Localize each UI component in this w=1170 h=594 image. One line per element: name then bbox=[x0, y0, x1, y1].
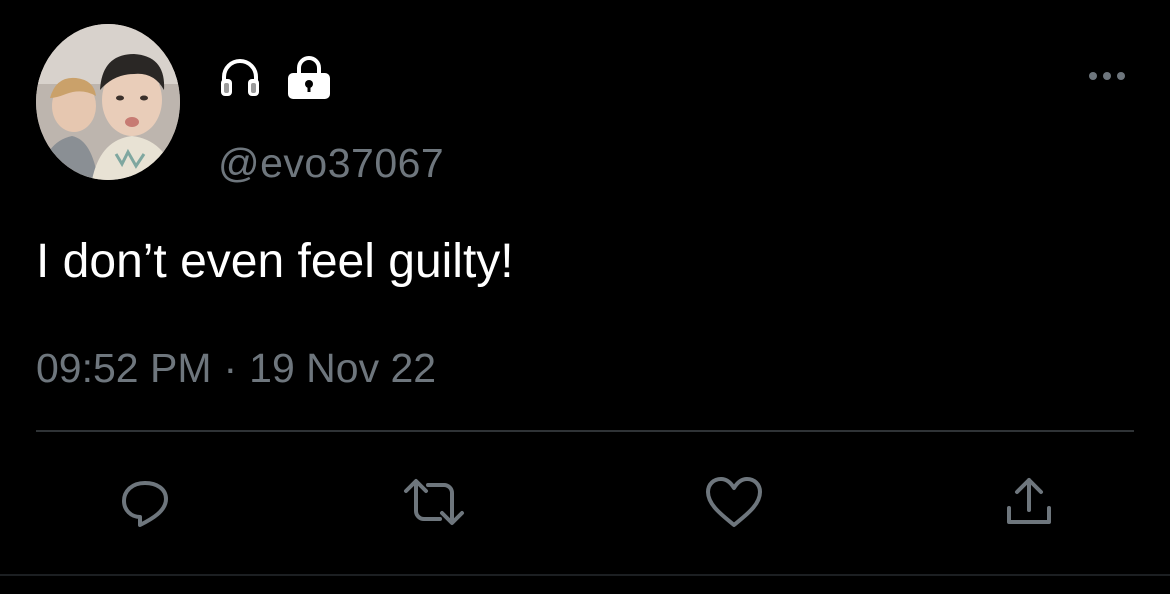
bottom-divider bbox=[0, 574, 1170, 576]
reply-icon bbox=[122, 481, 168, 527]
lock-icon bbox=[286, 54, 332, 100]
display-name[interactable] bbox=[218, 52, 332, 102]
user-handle[interactable]: @evo37067 bbox=[218, 140, 444, 186]
retweet-icon bbox=[404, 479, 464, 525]
tweet: @evo37067 I don’t even feel guilty! 09:5… bbox=[0, 0, 1170, 594]
like-icon bbox=[706, 477, 762, 527]
share-button[interactable] bbox=[997, 470, 1061, 534]
more-options-icon[interactable] bbox=[1087, 64, 1127, 88]
share-icon bbox=[1007, 478, 1051, 524]
like-button[interactable] bbox=[702, 470, 766, 534]
tweet-timestamp[interactable]: 09:52 PM · 19 Nov 22 bbox=[36, 344, 436, 392]
headphones-icon bbox=[218, 55, 262, 99]
meta-separator: · bbox=[223, 345, 238, 391]
avatar-photo bbox=[36, 24, 180, 180]
avatar[interactable] bbox=[36, 24, 180, 180]
tweet-time: 09:52 PM bbox=[36, 345, 212, 391]
tweet-text: I don’t even feel guilty! bbox=[36, 235, 514, 288]
action-bar bbox=[0, 470, 1170, 534]
retweet-button[interactable] bbox=[402, 470, 466, 534]
reply-button[interactable] bbox=[113, 470, 177, 534]
tweet-date: 19 Nov 22 bbox=[249, 345, 437, 391]
divider bbox=[36, 430, 1134, 432]
